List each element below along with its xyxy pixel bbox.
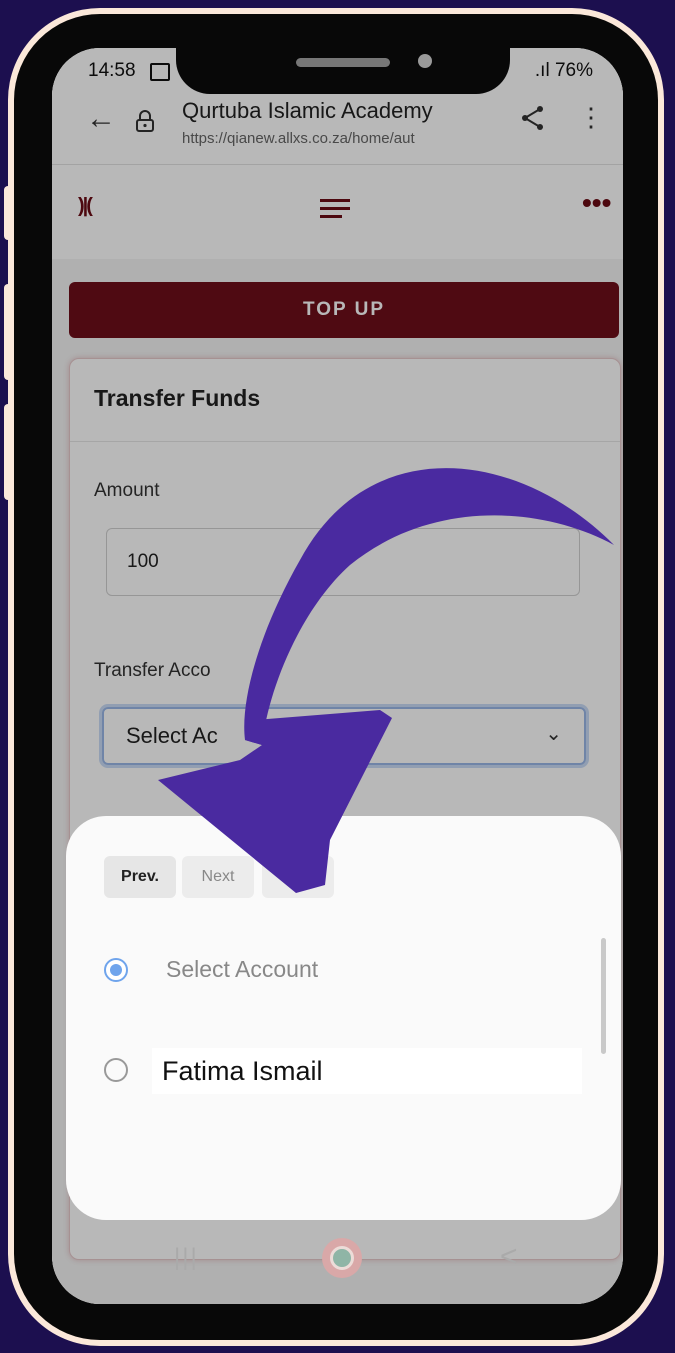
home-icon[interactable] <box>322 1238 362 1278</box>
option-select-account[interactable]: Select Account <box>166 956 318 983</box>
prev-button[interactable]: Prev. <box>104 856 176 898</box>
camera-notch <box>176 48 510 94</box>
recents-icon[interactable]: ||| <box>174 1244 199 1272</box>
navigation-bar: ||| < <box>52 1220 623 1304</box>
speaker-grille <box>296 58 390 67</box>
phone-screen: 14:58 .ıl 76% ← Qurtuba Islamic Academy … <box>52 48 623 1304</box>
radio-unselected[interactable] <box>104 1058 128 1082</box>
scrollbar[interactable] <box>601 938 606 1054</box>
back-icon[interactable]: < <box>500 1240 518 1274</box>
option-fatima-ismail[interactable]: Fatima Ismail <box>162 1056 323 1087</box>
volume-down-button <box>4 284 14 380</box>
done-button[interactable] <box>262 856 334 898</box>
radio-selected[interactable] <box>104 958 128 982</box>
camera-icon <box>418 54 432 68</box>
next-button[interactable]: Next <box>182 856 254 898</box>
volume-up-button <box>4 186 14 240</box>
account-picker-sheet: Prev. Next Select Account Fatima Ismail <box>66 816 621 1220</box>
side-key <box>4 404 14 500</box>
